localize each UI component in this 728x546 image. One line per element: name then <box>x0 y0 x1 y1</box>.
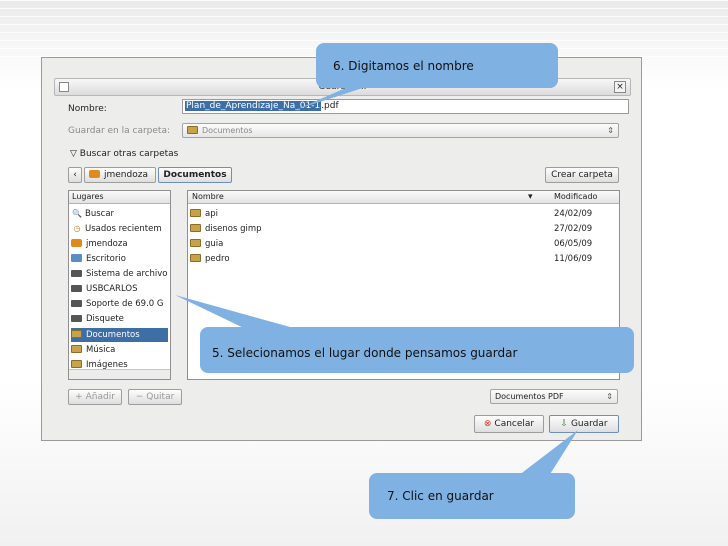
callout-step6: 6. Digitamos el nombre <box>316 43 558 88</box>
callout-step5: 5. Selecionamos el lugar donde pensamos … <box>200 327 634 373</box>
callout-step7: 7. Clic en guardar <box>369 473 575 519</box>
callout-pointer-step5 <box>175 295 290 331</box>
